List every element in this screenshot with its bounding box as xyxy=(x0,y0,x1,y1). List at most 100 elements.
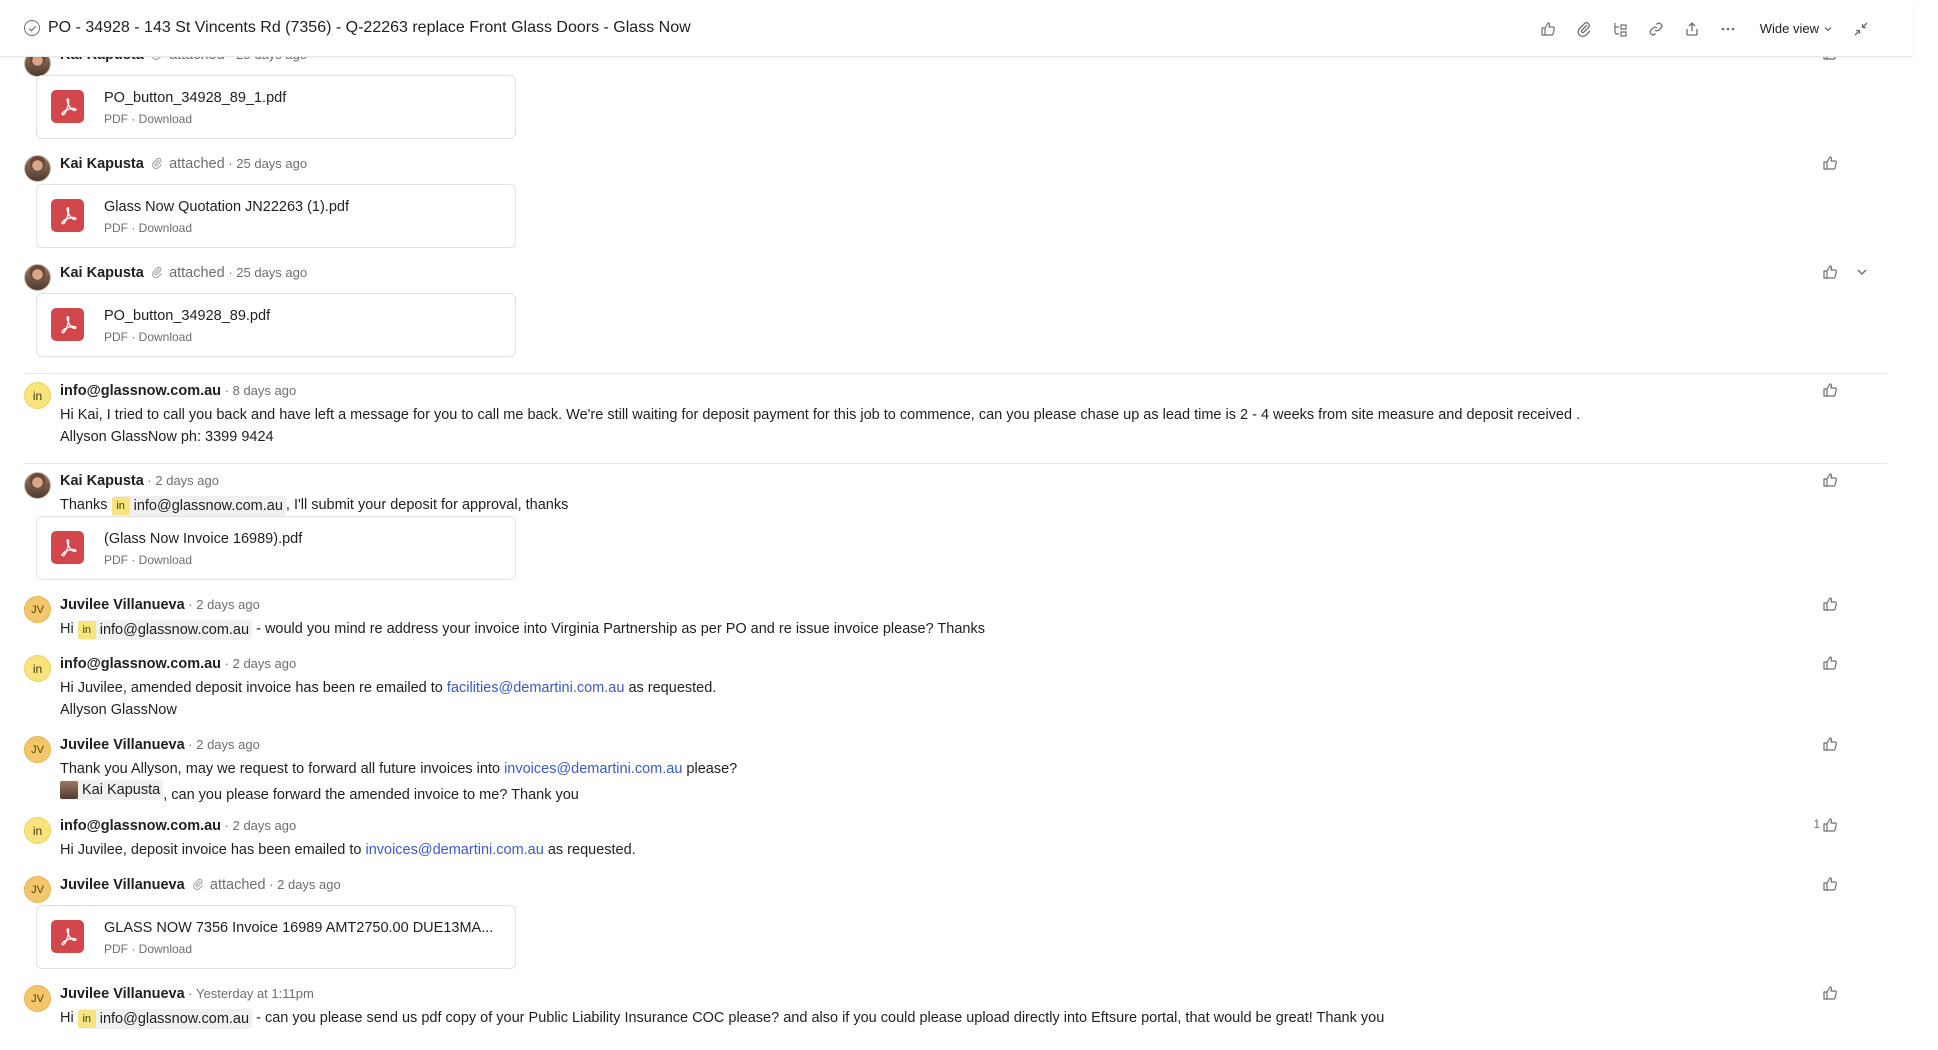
file-name[interactable]: (Glass Now Invoice 16989).pdf xyxy=(104,531,302,547)
attachment-card[interactable]: (Glass Now Invoice 16989).pdf PDF · Down… xyxy=(36,516,516,580)
more-actions-button[interactable] xyxy=(1710,11,1746,47)
like-task-button[interactable] xyxy=(1530,11,1566,47)
avatar[interactable] xyxy=(24,472,51,499)
author-name[interactable]: info@glassnow.com.au xyxy=(60,383,221,399)
attachment-card[interactable]: PO_button_34928_89.pdf PDF · Download xyxy=(36,293,516,357)
thumbs-up-icon xyxy=(1823,818,1837,832)
thumbs-up-icon xyxy=(1823,877,1837,891)
author-name[interactable]: Kai Kapusta xyxy=(60,265,144,281)
timestamp[interactable]: 2 days ago xyxy=(233,656,297,671)
avatar[interactable]: JV xyxy=(24,736,51,763)
timestamp[interactable]: 2 days ago xyxy=(196,737,260,752)
collapse-button[interactable] xyxy=(1843,11,1879,47)
like-button[interactable] xyxy=(1822,595,1840,613)
avatar[interactable] xyxy=(24,264,51,291)
wide-view-label: Wide view xyxy=(1759,21,1819,36)
attachment-card[interactable]: PO_button_34928_89_1.pdf PDF · Download xyxy=(36,75,516,139)
like-button[interactable] xyxy=(1822,654,1840,672)
avatar[interactable] xyxy=(24,155,51,182)
timestamp[interactable]: 25 days ago xyxy=(236,265,307,280)
avatar[interactable]: in xyxy=(24,382,51,409)
chevron-down-icon xyxy=(1857,269,1867,275)
timestamp[interactable]: 25 days ago xyxy=(236,156,307,171)
thumbs-up-icon xyxy=(1823,597,1837,611)
comment-line: Kai Kapusta, can you please forward the … xyxy=(60,780,737,806)
like-button[interactable] xyxy=(1822,984,1840,1002)
like-button[interactable] xyxy=(1822,735,1840,753)
file-meta[interactable]: PDF · Download xyxy=(104,942,192,956)
email-link[interactable]: facilities@demartini.com.au xyxy=(447,680,625,696)
thumbs-up-icon xyxy=(1823,156,1837,170)
thumbs-up-icon xyxy=(1823,737,1837,751)
attachment-card[interactable]: Glass Now Quotation JN22263 (1).pdf PDF … xyxy=(36,184,516,248)
share-button[interactable] xyxy=(1674,11,1710,47)
author-name[interactable]: Juvilee Villanueva xyxy=(60,877,185,893)
author-name[interactable]: Juvilee Villanueva xyxy=(60,986,185,1002)
avatar[interactable]: in xyxy=(24,655,51,682)
mention-chip[interactable]: Kai Kapusta xyxy=(60,780,164,800)
subtask-button[interactable] xyxy=(1602,11,1638,47)
divider xyxy=(24,463,1887,464)
file-meta[interactable]: PDF · Download xyxy=(104,221,192,235)
like-button[interactable] xyxy=(1822,154,1840,172)
author-name[interactable]: Kai Kapusta xyxy=(60,156,144,172)
complete-task-button[interactable] xyxy=(24,20,40,36)
author-name[interactable]: info@glassnow.com.au xyxy=(60,656,221,672)
like-button[interactable] xyxy=(1822,381,1840,399)
story-header: info@glassnow.com.au · 2 days ago xyxy=(60,656,297,672)
pdf-icon xyxy=(51,90,84,123)
mention-chip[interactable]: in info@glassnow.com.au xyxy=(77,1009,253,1029)
thumbs-up-icon xyxy=(1823,265,1837,279)
file-name[interactable]: GLASS NOW 7356 Invoice 16989 AMT2750.00 … xyxy=(104,920,493,936)
avatar[interactable]: JV xyxy=(24,985,51,1012)
timestamp[interactable]: 8 days ago xyxy=(233,383,297,398)
timestamp[interactable]: 2 days ago xyxy=(277,877,341,892)
timestamp[interactable]: 2 days ago xyxy=(233,818,297,833)
author-name[interactable]: info@glassnow.com.au xyxy=(60,818,221,834)
comment-body: Thanks in info@glassnow.com.au, I'll subm… xyxy=(60,496,569,516)
comment-body: Hi in info@glassnow.com.au - can you plea… xyxy=(60,1009,1385,1029)
story-verb: attached xyxy=(169,156,225,172)
file-name[interactable]: PO_button_34928_89_1.pdf xyxy=(104,90,286,106)
chevron-down-icon xyxy=(1824,26,1832,31)
author-name[interactable]: Juvilee Villanueva xyxy=(60,737,185,753)
email-link[interactable]: invoices@demartini.com.au xyxy=(365,842,543,858)
like-button[interactable]: 1 xyxy=(1813,816,1840,834)
comment-body: Thank you Allyson, may we request to for… xyxy=(60,758,737,806)
attachment-card[interactable]: GLASS NOW 7356 Invoice 16989 AMT2750.00 … xyxy=(36,905,516,969)
email-link[interactable]: invoices@demartini.com.au xyxy=(504,761,682,777)
story-menu-chevron[interactable] xyxy=(1856,266,1870,280)
timestamp[interactable]: 2 days ago xyxy=(196,597,260,612)
activity-feed: Kai Kapusta attached · 25 days ago PO_bu… xyxy=(0,0,1913,1050)
mention-chip[interactable]: in info@glassnow.com.au xyxy=(77,620,253,640)
wide-view-dropdown[interactable]: Wide view xyxy=(1750,21,1843,36)
attach-button[interactable] xyxy=(1566,11,1602,47)
like-button[interactable] xyxy=(1822,471,1840,489)
mention-chip[interactable]: in info@glassnow.com.au xyxy=(111,496,286,516)
file-name[interactable]: Glass Now Quotation JN22263 (1).pdf xyxy=(104,199,349,215)
task-title[interactable]: PO - 34928 - 143 St Vincents Rd (7356) -… xyxy=(48,19,691,37)
comment-line: Hi Juvilee, amended deposit invoice has … xyxy=(60,680,717,696)
file-meta[interactable]: PDF · Download xyxy=(104,553,192,567)
story-verb: attached xyxy=(169,265,225,281)
timestamp[interactable]: Yesterday at 1:11pm xyxy=(196,986,314,1001)
file-meta[interactable]: PDF · Download xyxy=(104,112,192,126)
share-icon xyxy=(1686,21,1698,36)
comment-line: Allyson GlassNow xyxy=(60,702,177,718)
avatar[interactable]: JV xyxy=(24,596,51,623)
copy-link-button[interactable] xyxy=(1638,11,1674,47)
timestamp[interactable]: 2 days ago xyxy=(155,473,219,488)
file-meta[interactable]: PDF · Download xyxy=(104,330,192,344)
attachment-icon xyxy=(193,878,204,890)
avatar[interactable]: in xyxy=(24,817,51,844)
author-name[interactable]: Kai Kapusta xyxy=(60,473,144,489)
file-name[interactable]: PO_button_34928_89.pdf xyxy=(104,308,270,324)
story-header: Kai Kapusta · 2 days ago xyxy=(60,473,219,489)
story-header: Juvilee Villanueva · Yesterday at 1:11pm xyxy=(60,986,314,1002)
like-button[interactable] xyxy=(1822,875,1840,893)
like-button[interactable] xyxy=(1822,263,1840,281)
story-header: Juvilee Villanueva · 2 days ago xyxy=(60,597,260,613)
attachment-icon xyxy=(152,157,163,169)
avatar[interactable]: JV xyxy=(24,876,51,903)
author-name[interactable]: Juvilee Villanueva xyxy=(60,597,185,613)
